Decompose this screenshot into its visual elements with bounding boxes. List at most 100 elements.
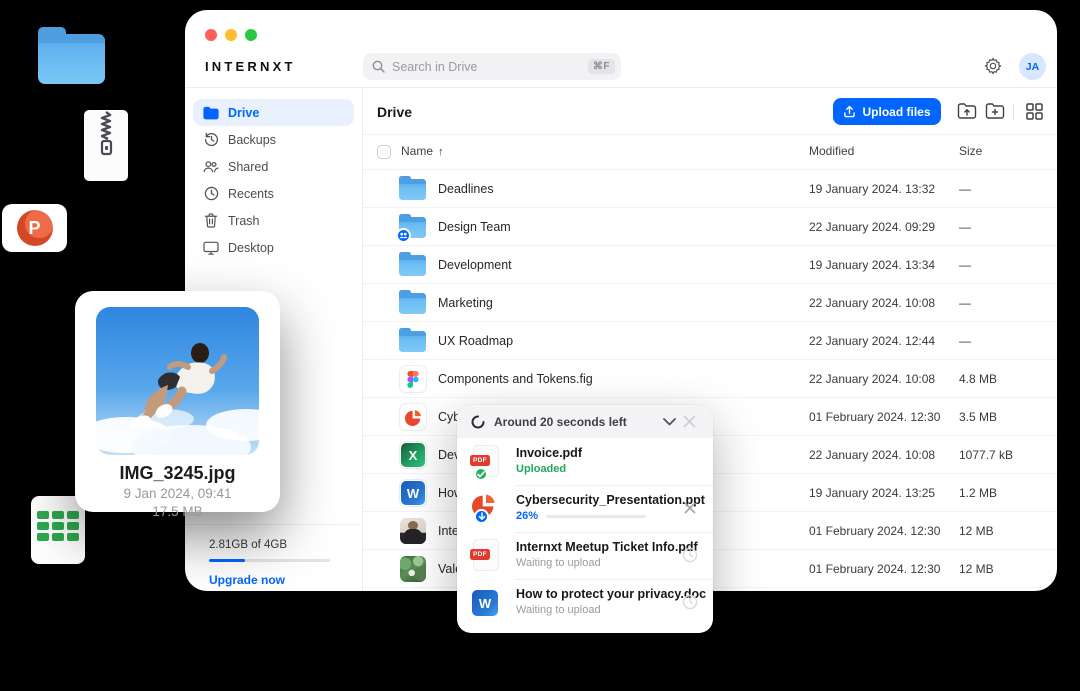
- file-name: Development: [438, 258, 512, 272]
- table-row[interactable]: X W Marketing 22 January 2024. 10:08 —: [363, 284, 1057, 322]
- upload-progress-panel: Around 20 seconds left PDF: [457, 405, 713, 633]
- page-title: Drive: [377, 104, 412, 120]
- upload-item[interactable]: PDF W How to protect your privacy.doc: [457, 579, 713, 626]
- sidebar-item-icon: [203, 213, 219, 229]
- sidebar-item-label: Shared: [228, 160, 268, 174]
- upload-item[interactable]: PDF W Invoice.pdf Uploaded: [457, 438, 713, 485]
- upload-item-status: Waiting to upload: [516, 557, 601, 569]
- row-type-icon: X W: [399, 441, 427, 469]
- file-size: —: [959, 182, 971, 196]
- sidebar-item[interactable]: Drive: [193, 99, 354, 126]
- settings-gear-icon[interactable]: [984, 57, 1002, 75]
- search-placeholder: Search in Drive: [392, 60, 588, 74]
- desktop-folder-icon[interactable]: [38, 27, 105, 84]
- zipper-icon: [96, 110, 116, 176]
- sidebar-item[interactable]: Desktop: [193, 234, 354, 261]
- file-size: 12 MB: [959, 524, 994, 538]
- jumping-person-photo: [96, 307, 259, 455]
- table-row[interactable]: X W UX Roadmap 22 January 2024. 12:44 —: [363, 322, 1057, 360]
- row-type-icon: X W: [399, 175, 427, 203]
- upload-panel-header: Around 20 seconds left: [457, 405, 713, 438]
- row-type-icon: X W: [399, 213, 427, 241]
- uploaded-check-icon: [474, 467, 488, 481]
- table-row[interactable]: X W Deadlines 19 January 2024. 13:32 —: [363, 170, 1057, 208]
- folder-icon: [399, 217, 426, 238]
- sidebar-item[interactable]: Backups: [193, 126, 354, 153]
- column-header-size[interactable]: Size: [959, 144, 982, 158]
- photo-thumbnail: [400, 518, 426, 544]
- upload-time-remaining: Around 20 seconds left: [494, 415, 659, 429]
- sidebar-item[interactable]: Recents: [193, 180, 354, 207]
- upload-item[interactable]: PDF W Cybersecurity_Presentation.ppt: [457, 485, 713, 532]
- grid-view-toggle[interactable]: [1023, 100, 1045, 122]
- desktop-zip-file-icon[interactable]: [84, 110, 128, 181]
- sort-ascending-icon: ↑: [438, 146, 444, 158]
- file-size: —: [959, 220, 971, 234]
- file-modified-date: 19 January 2024. 13:32: [809, 182, 935, 196]
- spinner-icon: [471, 415, 485, 429]
- storage-progress-fill: [209, 559, 245, 562]
- desktop-powerpoint-icon[interactable]: P: [2, 204, 67, 252]
- file-modified-date: 19 January 2024. 13:25: [809, 486, 935, 500]
- upload-item-icon: PDF W: [472, 493, 502, 525]
- close-window-button[interactable]: [205, 29, 217, 41]
- close-icon: [684, 502, 696, 514]
- sidebar-item-icon: [203, 240, 219, 256]
- upload-item-icon: PDF W: [472, 540, 502, 572]
- upload-files-label: Upload files: [862, 105, 930, 119]
- cancel-upload-button[interactable]: [681, 499, 699, 517]
- minimize-window-button[interactable]: [225, 29, 237, 41]
- file-modified-date: 22 January 2024. 10:08: [809, 372, 935, 386]
- search-icon: [372, 60, 385, 73]
- row-type-icon: X W: [399, 251, 427, 279]
- file-modified-date: 22 January 2024. 12:44: [809, 334, 935, 348]
- upgrade-link[interactable]: Upgrade now: [209, 573, 337, 587]
- search-shortcut-badge: ⌘F: [588, 59, 615, 74]
- table-row[interactable]: X W Components and Tokens.fig 22 January…: [363, 360, 1057, 398]
- upload-item-name: How to protect your privacy.doc: [516, 587, 706, 601]
- upload-files-button[interactable]: Upload files: [833, 98, 941, 125]
- new-folder-button[interactable]: [984, 100, 1006, 122]
- table-row[interactable]: X W Development 19 January 2024. 13:34 —: [363, 246, 1057, 284]
- search-input[interactable]: Search in Drive ⌘F: [363, 53, 621, 80]
- table-row[interactable]: X W Design Team 22 January 2024. 09:29 —: [363, 208, 1057, 246]
- column-header-name[interactable]: Name↑: [401, 144, 444, 158]
- file-modified-date: 01 February 2024. 12:30: [809, 524, 940, 538]
- word-file-icon: W: [400, 480, 426, 506]
- user-avatar[interactable]: JA: [1019, 53, 1046, 80]
- sidebar-item-icon: [203, 132, 219, 148]
- upload-item-status: Waiting to upload: [516, 604, 601, 616]
- waiting-clock-icon: [681, 593, 699, 611]
- window-controls[interactable]: [205, 29, 257, 41]
- zoom-window-button[interactable]: [245, 29, 257, 41]
- upload-item[interactable]: PDF W Internxt Meetup Ticket Info.pdf: [457, 532, 713, 579]
- row-type-icon: X W: [399, 479, 427, 507]
- close-panel-button[interactable]: [679, 412, 699, 432]
- sidebar-item[interactable]: Shared: [193, 153, 354, 180]
- upload-icon: [843, 105, 856, 118]
- file-name: Marketing: [438, 296, 493, 310]
- image-preview-card[interactable]: IMG_3245.jpg 9 Jan 2024, 09:41 17.5 MB: [75, 291, 280, 512]
- chevron-down-icon: [663, 418, 676, 426]
- upload-folder-button[interactable]: [956, 100, 978, 122]
- file-size: 1077.7 kB: [959, 448, 1013, 462]
- file-name: UX Roadmap: [438, 334, 513, 348]
- file-modified-date: 22 January 2024. 10:08: [809, 448, 935, 462]
- sidebar-item-icon: [203, 105, 219, 121]
- sidebar-item-label: Desktop: [228, 241, 274, 255]
- waiting-clock-icon: [681, 546, 699, 564]
- file-modified-date: 01 February 2024. 12:30: [809, 562, 940, 576]
- upload-item-name: Internxt Meetup Ticket Info.pdf: [516, 540, 698, 554]
- upload-item-status: 26%: [516, 510, 646, 522]
- powerpoint-logo-icon: P: [17, 210, 53, 246]
- sidebar-item[interactable]: Trash: [193, 207, 354, 234]
- folder-icon: [399, 293, 426, 314]
- collapse-panel-button[interactable]: [659, 412, 679, 432]
- sidebar-item-label: Recents: [228, 187, 274, 201]
- row-type-icon: X W: [399, 365, 427, 393]
- select-all-checkbox[interactable]: [377, 145, 391, 159]
- column-header-modified[interactable]: Modified: [809, 144, 854, 158]
- row-type-icon: X W: [399, 327, 427, 355]
- storage-progress-bar: [209, 559, 330, 562]
- image-filename: IMG_3245.jpg: [75, 463, 280, 484]
